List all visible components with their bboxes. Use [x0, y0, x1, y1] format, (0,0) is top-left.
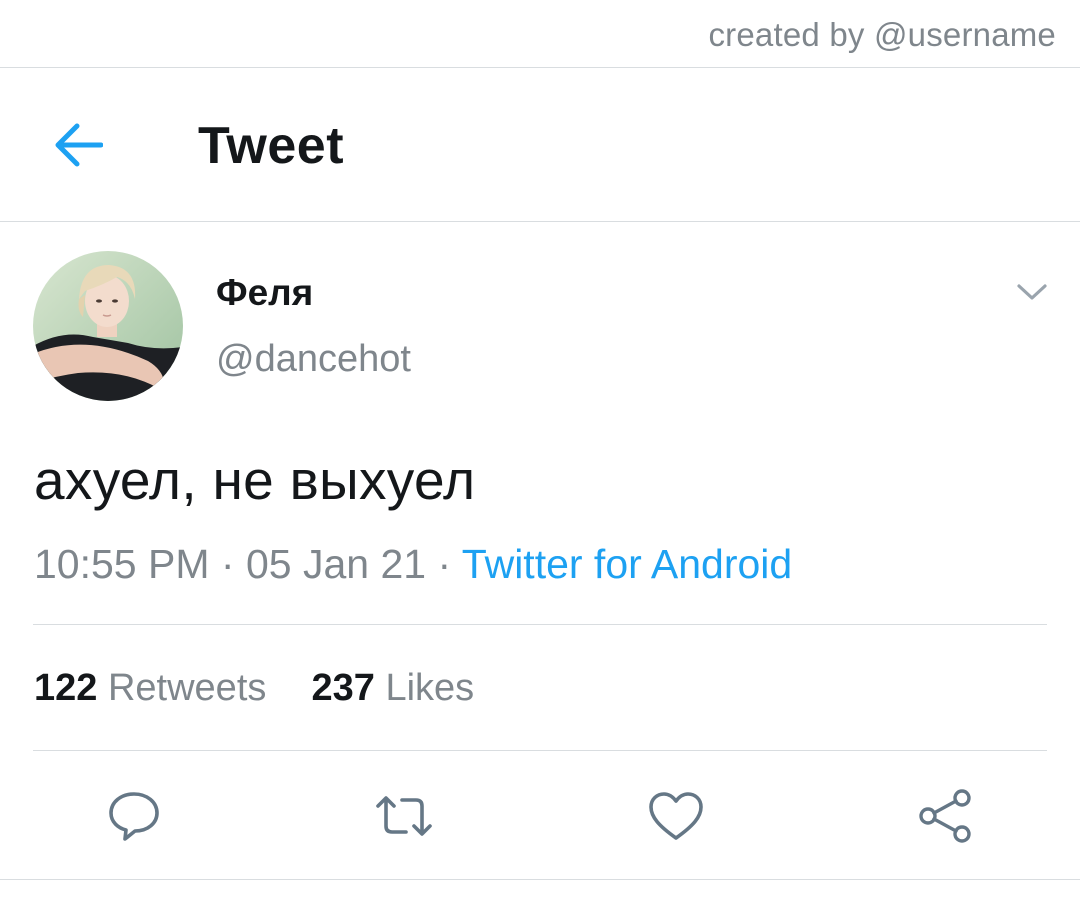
watermark-text: created by @username	[708, 16, 1056, 53]
app-header: Tweet	[0, 68, 1080, 222]
tweet-detail-screen: created by @username Tweet Феля @danceho…	[0, 0, 1080, 898]
likes-stat[interactable]: 237 Likes	[312, 667, 475, 709]
share-icon	[919, 789, 971, 843]
heart-icon	[649, 792, 703, 840]
tweet-metadata: 10:55 PM · 05 Jan 21 · Twitter for Andro…	[34, 541, 792, 588]
tweet-time: 10:55 PM	[34, 541, 210, 587]
author-name[interactable]: Феля	[216, 272, 313, 314]
retweet-icon	[376, 796, 432, 836]
like-button[interactable]	[644, 784, 708, 848]
divider	[33, 750, 1047, 751]
chevron-down-icon	[1017, 284, 1047, 300]
share-button[interactable]	[913, 784, 977, 848]
retweets-stat[interactable]: 122 Retweets	[34, 667, 277, 709]
more-options-button[interactable]	[1012, 276, 1052, 308]
avatar-photo	[33, 251, 183, 401]
tweet-stats: 122 Retweets 237 Likes	[34, 667, 474, 710]
back-button[interactable]	[40, 112, 116, 178]
retweets-label: Retweets	[107, 667, 267, 709]
tweet-actions-bar	[0, 752, 1080, 880]
meta-separator: ·	[437, 541, 452, 587]
divider	[33, 624, 1047, 625]
watermark-bar: created by @username	[0, 0, 1080, 68]
page-title: Tweet	[198, 117, 345, 175]
reply-bubble-icon	[109, 792, 159, 841]
retweets-count: 122	[34, 667, 98, 709]
meta-separator: ·	[220, 541, 235, 587]
author-handle[interactable]: @dancehot	[216, 338, 411, 381]
retweet-button[interactable]	[372, 784, 436, 848]
arrow-left-icon	[55, 123, 103, 167]
tweet-date: 05 Jan 21	[245, 541, 427, 587]
likes-label: Likes	[385, 667, 475, 709]
reply-button[interactable]	[102, 784, 166, 848]
tweet-text: ахуел, не выхуел	[34, 449, 476, 511]
likes-count: 237	[311, 667, 375, 709]
tweet-source-link[interactable]: Twitter for Android	[462, 541, 792, 587]
avatar[interactable]	[33, 251, 183, 401]
